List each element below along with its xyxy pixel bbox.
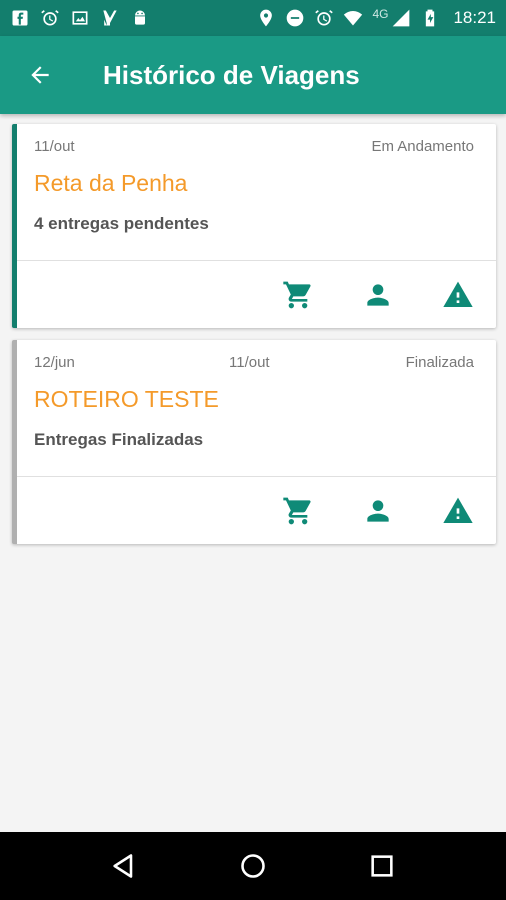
facebook-icon: [10, 8, 30, 28]
trip-route-name: Reta da Penha: [34, 170, 188, 196]
page-title: Histórico de Viagens: [103, 59, 360, 90]
recents-square-icon: [371, 855, 393, 877]
location-icon: [256, 8, 276, 28]
app-bar: Histórico de Viagens: [0, 36, 506, 114]
status-bar: 4G 18:21: [0, 0, 506, 36]
cart-button[interactable]: [281, 494, 315, 528]
cart-icon: [283, 497, 311, 524]
trip-card[interactable]: 11/out Em Andamento Reta da Penha 4 entr…: [12, 124, 496, 328]
trip-detail: 4 entregas pendentes: [34, 214, 209, 233]
trip-end-date: 11/out: [229, 354, 270, 371]
warning-icon: [443, 281, 473, 307]
system-nav-bar: [0, 832, 506, 900]
trip-list: 11/out Em Andamento Reta da Penha 4 entr…: [12, 124, 496, 556]
person-icon: [367, 499, 389, 522]
app-icon: [100, 8, 120, 28]
do-not-disturb-icon: [285, 8, 305, 28]
nav-home-button[interactable]: [233, 846, 273, 886]
trip-start-date: 11/out: [34, 138, 75, 155]
home-circle-icon: [241, 854, 265, 878]
wifi-icon: [343, 8, 363, 28]
arrow-back-icon: [31, 66, 49, 84]
clock: 18:21: [453, 8, 496, 27]
warning-button[interactable]: [441, 278, 475, 312]
alarm-icon: [314, 8, 334, 28]
network-type-label: 4G: [372, 7, 389, 21]
trip-start-date: 12/jun: [34, 354, 75, 371]
android-icon: [130, 8, 150, 28]
signal-icon: [391, 8, 411, 28]
trip-card[interactable]: 12/jun Finalizada 11/out ROTEIRO TESTE E…: [12, 340, 496, 544]
trip-detail: Entregas Finalizadas: [34, 430, 204, 449]
nav-recents-button[interactable]: [362, 846, 402, 886]
alarm-icon: [40, 8, 60, 28]
battery-icon: [420, 8, 440, 28]
warning-button[interactable]: [441, 494, 475, 528]
person-button[interactable]: [361, 494, 395, 528]
trip-route-name: ROTEIRO TESTE: [34, 386, 219, 412]
person-button[interactable]: [361, 278, 395, 312]
trip-status: Em Andamento: [371, 138, 474, 155]
cart-icon: [283, 281, 311, 308]
nav-back-button[interactable]: [104, 846, 144, 886]
trip-status: Finalizada: [405, 354, 474, 371]
person-icon: [367, 283, 389, 306]
image-icon: [70, 8, 90, 28]
warning-icon: [443, 497, 473, 523]
back-triangle-icon: [113, 854, 133, 878]
back-button[interactable]: [15, 50, 65, 100]
cart-button[interactable]: [281, 278, 315, 312]
